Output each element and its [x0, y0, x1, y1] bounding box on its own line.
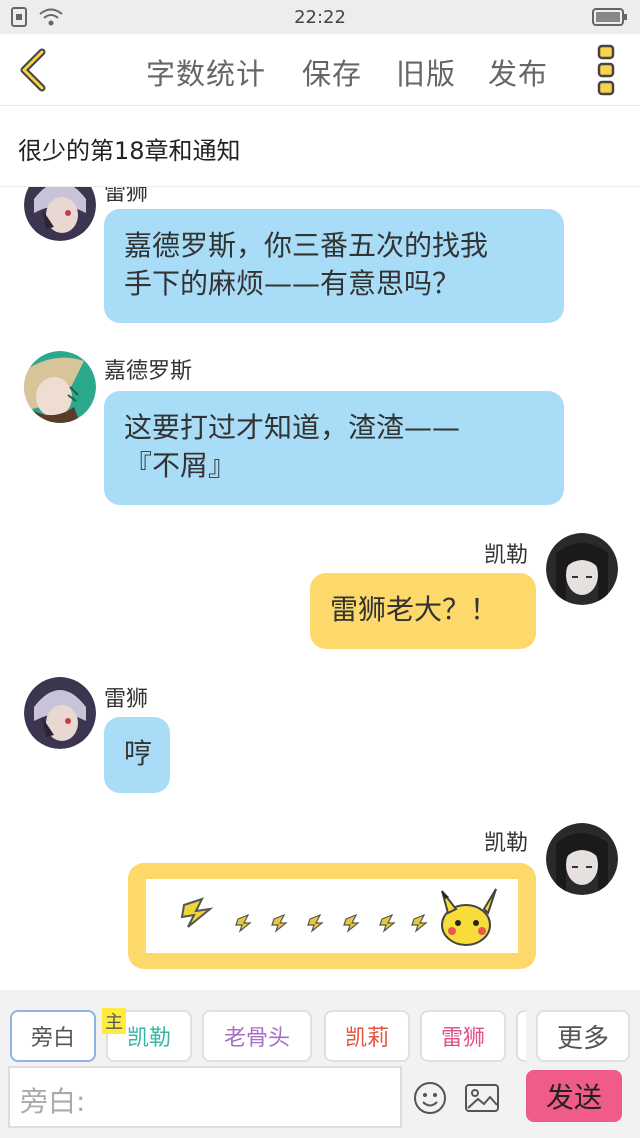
- message-bubble[interactable]: 哼: [104, 717, 170, 793]
- chat-area[interactable]: 雷狮 嘉德罗斯，你三番五次的找我 手下的麻烦——有意思吗？ 嘉德罗斯 这要打过才…: [0, 187, 640, 990]
- status-bar: 22:22: [0, 0, 640, 34]
- image-button[interactable]: [464, 1080, 500, 1116]
- more-characters-button[interactable]: 更多: [536, 1010, 630, 1062]
- avatar-kaile[interactable]: [546, 533, 618, 605]
- sticker-bubble[interactable]: [128, 863, 536, 969]
- pikachu-sticker-image: [146, 879, 518, 953]
- chip-label: 老骨头: [223, 1026, 290, 1051]
- avatar-jiadeluosi[interactable]: [24, 351, 96, 423]
- character-chip-leishi[interactable]: 雷狮: [420, 1010, 506, 1062]
- message-line: 手下的麻烦——有意思吗？: [124, 267, 461, 300]
- status-icons: [10, 6, 64, 28]
- bottom-input-panel: 旁白 凯勒 主 老骨头 凯莉 雷狮 更多 旁白: 发送: [0, 990, 640, 1138]
- speaker-name: 嘉德罗斯: [104, 359, 193, 384]
- battery-icon: [592, 8, 628, 31]
- chapter-title[interactable]: 很少的第18章和通知: [0, 107, 640, 187]
- send-label: 发送: [545, 1081, 602, 1114]
- avatar-leishi[interactable]: [24, 187, 96, 241]
- character-chip-partial[interactable]: [516, 1010, 526, 1062]
- message-line: 嘉德罗斯，你三番五次的找我: [124, 229, 489, 262]
- status-time: 22:22: [294, 6, 346, 28]
- speaker-name: 雷狮: [104, 187, 149, 206]
- message-line: 『不屑』: [124, 449, 237, 482]
- message-input[interactable]: 旁白:: [8, 1066, 402, 1128]
- chip-label: 凯勒: [126, 1026, 171, 1051]
- word-count-button[interactable]: 字数统计: [146, 51, 266, 93]
- host-tag: 主: [102, 1008, 126, 1034]
- speaker-name: 凯勒: [484, 831, 529, 856]
- character-chip-narration[interactable]: 旁白: [10, 1010, 96, 1062]
- old-version-button[interactable]: 旧版: [396, 51, 456, 93]
- publish-button[interactable]: 发布: [488, 51, 548, 93]
- character-chip-kaili[interactable]: 凯莉: [324, 1010, 410, 1062]
- emoji-button[interactable]: [412, 1080, 448, 1116]
- input-placeholder: 旁白:: [20, 1085, 86, 1118]
- speaker-name: 凯勒: [484, 543, 529, 568]
- more-menu-button[interactable]: [596, 42, 616, 98]
- message-bubble[interactable]: 嘉德罗斯，你三番五次的找我 手下的麻烦——有意思吗？: [104, 209, 564, 323]
- sim-icon: [11, 7, 27, 27]
- speaker-name: 雷狮: [104, 687, 149, 712]
- message-bubble[interactable]: 雷狮老大？！: [310, 573, 536, 649]
- chip-label: 旁白: [30, 1026, 75, 1051]
- chevron-left-icon: [20, 48, 46, 92]
- vertical-dots-icon: [597, 44, 615, 96]
- back-button[interactable]: [14, 48, 58, 92]
- message-bubble[interactable]: 这要打过才知道，渣渣—— 『不屑』: [104, 391, 564, 505]
- wifi-icon: [39, 8, 63, 26]
- message-line: 这要打过才知道，渣渣——: [124, 411, 461, 444]
- avatar-kaile[interactable]: [546, 823, 618, 895]
- message-line: 哼: [124, 737, 153, 770]
- top-toolbar: 字数统计 保存 旧版 发布: [0, 34, 640, 106]
- smiley-icon: [414, 1082, 446, 1114]
- avatar-leishi[interactable]: [24, 677, 96, 749]
- save-button[interactable]: 保存: [302, 51, 362, 93]
- chip-label: 凯莉: [344, 1026, 389, 1051]
- chip-label: 雷狮: [440, 1026, 485, 1051]
- send-button[interactable]: 发送: [526, 1070, 622, 1122]
- image-icon: [465, 1084, 499, 1112]
- character-chip-laogutou[interactable]: 老骨头: [202, 1010, 312, 1062]
- message-line: 雷狮老大？！: [330, 593, 499, 626]
- more-label: 更多: [556, 1023, 609, 1054]
